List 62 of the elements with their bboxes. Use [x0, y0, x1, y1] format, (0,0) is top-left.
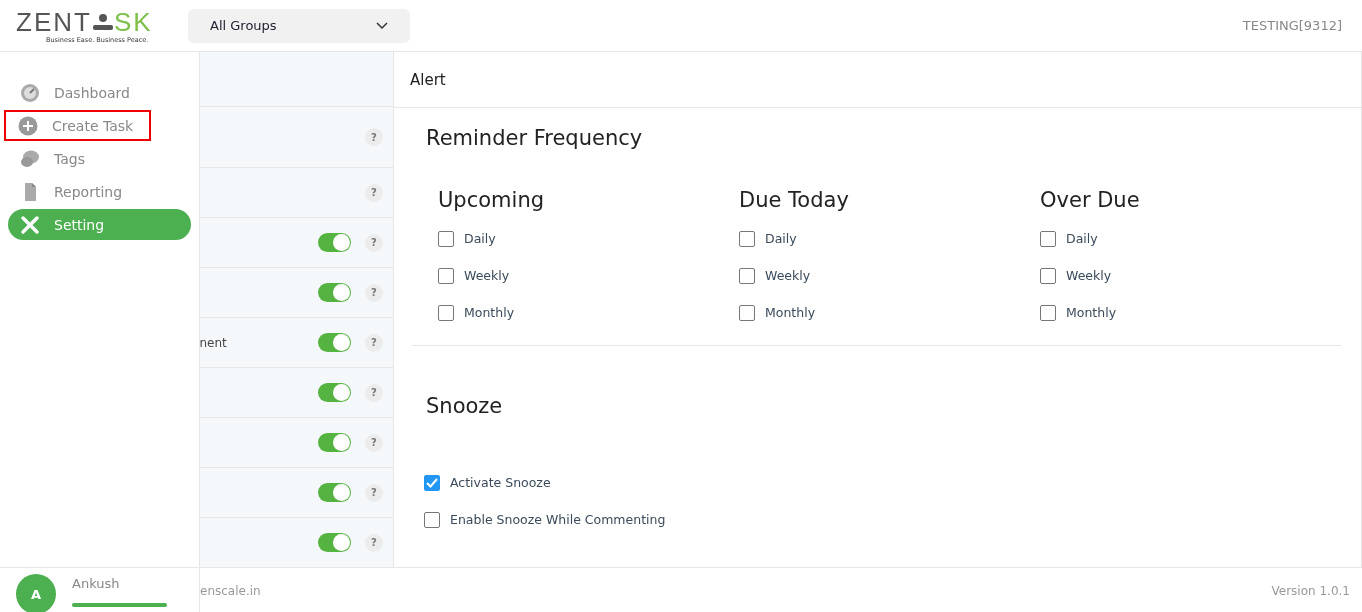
help-icon[interactable]: ?	[365, 233, 383, 252]
checkbox-label: Daily	[464, 231, 496, 246]
toggle-switch[interactable]	[318, 483, 351, 502]
logo: ZENT SK	[16, 7, 153, 36]
help-icon[interactable]: ?	[365, 533, 383, 552]
account-name: TESTING[9312]	[1242, 18, 1342, 33]
checkbox[interactable]	[438, 267, 454, 284]
checkbox-label: Weekly	[464, 268, 510, 283]
checkbox[interactable]	[1040, 267, 1056, 284]
checkbox-label: Weekly	[765, 268, 811, 283]
checkbox[interactable]	[438, 304, 454, 321]
group-heading: Over Due	[1040, 188, 1141, 212]
setting-label: nent	[199, 335, 227, 350]
checkbox-label: Daily	[765, 231, 797, 246]
section-heading: Reminder Frequency	[426, 126, 644, 150]
checkbox-label: Daily	[1066, 231, 1098, 246]
toggle-switch[interactable]	[318, 333, 351, 352]
group-heading: Upcoming	[438, 188, 546, 212]
checkbox[interactable]	[739, 267, 755, 284]
version-text: Version 1.0.1	[1271, 584, 1350, 598]
checkbox-label: Monthly	[1066, 305, 1117, 320]
help-icon[interactable]: ?	[365, 433, 383, 452]
checkbox[interactable]	[438, 230, 454, 247]
gauge-icon	[20, 82, 40, 103]
user-avatar: A	[16, 574, 56, 612]
help-icon[interactable]: ?	[365, 383, 383, 402]
checkbox[interactable]	[1040, 304, 1056, 321]
person-icon	[92, 13, 113, 30]
checkbox[interactable]	[424, 474, 440, 491]
chevron-down-icon	[376, 21, 388, 30]
sidebar-item[interactable]: Reporting	[8, 176, 191, 207]
help-icon[interactable]: ?	[365, 333, 383, 352]
plus-icon	[18, 115, 38, 136]
toggle-switch[interactable]	[318, 433, 351, 452]
help-icon[interactable]: ?	[365, 483, 383, 502]
user-name: Ankush	[72, 575, 121, 591]
checkbox-label: Monthly	[765, 305, 816, 320]
toggle-switch[interactable]	[318, 383, 351, 402]
sidebar-item[interactable]: Create Task	[4, 110, 151, 141]
section-heading: Snooze	[426, 394, 504, 418]
checkbox-label: Activate Snooze	[450, 475, 551, 490]
chat-bubbles-icon	[20, 148, 40, 169]
checkbox-label: Enable Snooze While Commenting	[450, 512, 666, 527]
toggle-switch[interactable]	[318, 283, 351, 302]
panel-title: Alert	[394, 52, 1361, 108]
help-icon[interactable]: ?	[365, 183, 383, 202]
toggle-switch[interactable]	[318, 533, 351, 552]
checkbox[interactable]	[424, 511, 440, 528]
group-heading: Due Today	[739, 188, 850, 212]
toggle-switch[interactable]	[318, 233, 351, 252]
sidebar-item[interactable]: Setting	[8, 209, 191, 240]
checkbox-label: Weekly	[1066, 268, 1112, 283]
website-text: enscale.in	[200, 584, 261, 598]
checkbox[interactable]	[1040, 230, 1056, 247]
sidebar-item[interactable]: Dashboard	[8, 77, 191, 108]
help-icon[interactable]: ?	[365, 283, 383, 302]
sidebar-item[interactable]: Tags	[8, 143, 191, 174]
checkbox[interactable]	[739, 230, 755, 247]
help-icon[interactable]: ?	[365, 128, 383, 146]
checkbox[interactable]	[739, 304, 755, 321]
checkbox-label: Monthly	[464, 305, 515, 320]
group-dropdown[interactable]: All Groups	[188, 8, 410, 43]
